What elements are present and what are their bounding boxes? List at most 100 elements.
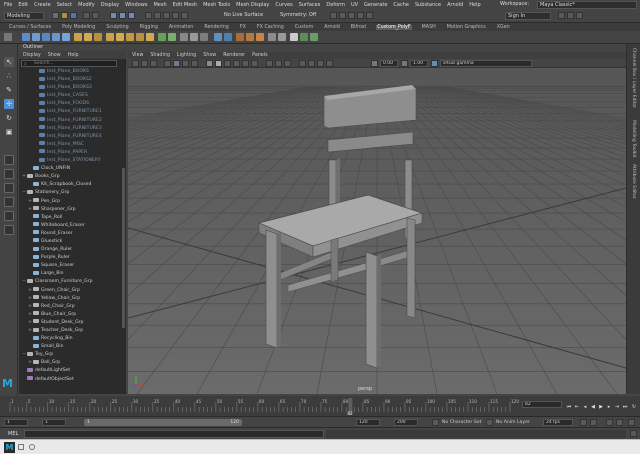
outliner-row[interactable]: Round_Eraser [19, 230, 121, 238]
sound-icon[interactable] [606, 419, 613, 426]
menu-file[interactable]: File [4, 2, 12, 8]
expand-toggle-icon[interactable]: + [28, 206, 32, 214]
multi-cut-icon[interactable] [136, 33, 144, 41]
separate-icon[interactable] [84, 33, 92, 41]
animation-end-field[interactable]: 200 [394, 419, 418, 426]
outliner-row[interactable]: defaultLightSet [19, 367, 121, 375]
menu-modify[interactable]: Modify [78, 2, 95, 8]
shelf-tab-xgen[interactable]: XGen [496, 25, 511, 30]
outliner-row[interactable]: Inst_Plane_MISC [19, 141, 121, 149]
expand-toggle-icon[interactable]: + [28, 295, 32, 303]
outliner-search-input[interactable]: Search... [21, 60, 117, 67]
viewport-3d[interactable]: persp [128, 68, 626, 394]
film-gate-icon[interactable] [182, 60, 189, 67]
expand-toggle-icon[interactable]: − [22, 278, 26, 286]
menu-cache[interactable]: Cache [393, 2, 409, 8]
menuset-dropdown[interactable]: Modeling [4, 12, 44, 20]
scale-tool-icon[interactable]: ▣ [4, 127, 14, 137]
outliner-row[interactable]: − Classroom_Furniture_Grp [19, 278, 121, 286]
menu-uv[interactable]: UV [351, 2, 358, 8]
menu-arnold[interactable]: Arnold [447, 2, 463, 8]
poly-torus-icon[interactable] [62, 33, 70, 41]
outliner-row[interactable]: + Books_Grp [19, 173, 121, 181]
combine-icon[interactable] [74, 33, 82, 41]
outliner-scroll-thumb[interactable] [122, 168, 125, 328]
anti-aliasing-icon[interactable] [317, 60, 324, 67]
menu-curves[interactable]: Curves [275, 2, 292, 8]
menu-create[interactable]: Create [34, 2, 51, 8]
outliner-row[interactable]: + Sharpener_Grp [19, 206, 121, 214]
menu-surfaces[interactable]: Surfaces [299, 2, 321, 8]
shelf-tab-bifrost[interactable]: Bifrost [350, 25, 368, 30]
select-object-icon[interactable] [119, 12, 126, 19]
shelf-tab-rigging[interactable]: Rigging [139, 25, 159, 30]
preferences-icon[interactable] [628, 419, 635, 426]
persp-outliner-icon[interactable] [4, 183, 14, 193]
outliner-row[interactable]: − Toy_Grp [19, 351, 121, 359]
outliner-row[interactable]: Inst_Plane_BOOKS2 [19, 76, 121, 84]
outliner-row[interactable]: + Student_Desk_Grp [19, 319, 121, 327]
lights-icon[interactable] [242, 60, 249, 67]
time-slider[interactable]: 1 5 10 15 20 25 30 35 40 45 50 55 60 65 70 75 80 85 90 95 10… [0, 396, 640, 416]
menu-edit-mesh[interactable]: Edit Mesh [173, 2, 197, 8]
sign-in-button[interactable]: Sign In [505, 12, 551, 20]
camera-select-icon[interactable] [132, 60, 139, 67]
current-frame-field[interactable]: 82 [522, 401, 562, 408]
mirror-icon[interactable] [214, 33, 222, 41]
render-settings-icon[interactable] [348, 12, 355, 19]
maya-taskbar-icon[interactable]: M [4, 442, 15, 453]
ambient-occlusion-icon[interactable] [299, 60, 306, 67]
outliner-row[interactable]: Clock_UNFIN [19, 165, 121, 173]
outliner-row[interactable]: defaultObjectSet [19, 376, 121, 384]
extract-icon[interactable] [94, 33, 102, 41]
parent-icon[interactable] [278, 33, 286, 41]
outliner-row[interactable]: Inst_Plane_BOOKS3 [19, 84, 121, 92]
shelf-tab-custom[interactable]: Custom [294, 25, 314, 30]
shelf-tab-fx[interactable]: FX [239, 25, 247, 30]
menu-generate[interactable]: Generate [364, 2, 387, 8]
outliner-row[interactable]: Inst_Plane_FURNITURE1 [19, 108, 121, 116]
viewport-menu-view[interactable]: View [132, 53, 143, 58]
single-view-icon[interactable] [4, 155, 14, 165]
outliner-row[interactable]: + Teacher_Desk_Grp [19, 327, 121, 335]
step-forward-frame-icon[interactable]: ▸ [606, 404, 612, 410]
exposure-field[interactable]: 0.00 [380, 60, 398, 67]
tab-modelling-toolkit[interactable]: Modelling Toolkit [631, 120, 636, 158]
select-tool-icon[interactable]: ↖ [4, 57, 14, 67]
outliner-row[interactable]: Whiteboard_Eraser [19, 222, 121, 230]
viewport-menu-shading[interactable]: Shading [150, 53, 170, 58]
toggle-panel-icon-3[interactable] [576, 12, 583, 19]
outliner-row[interactable]: Large_Bin [19, 270, 121, 278]
character-set-dropdown[interactable]: No Character Set [442, 420, 481, 425]
command-input[interactable] [24, 430, 324, 438]
save-scene-icon[interactable] [70, 12, 77, 19]
outliner-menu-display[interactable]: Display [23, 53, 41, 58]
menu-mesh-tools[interactable]: Mesh Tools [203, 2, 230, 8]
range-slider[interactable]: 1 120 [84, 419, 242, 426]
window-restore-icon[interactable] [18, 444, 24, 450]
lasso-tool-icon[interactable]: ∴ [4, 71, 14, 81]
outliner-row[interactable]: Inst_Plane_FURNITURE3 [19, 125, 121, 133]
textured-icon[interactable] [233, 60, 240, 67]
anim-layer-dropdown[interactable]: No Anim Layer [496, 420, 530, 425]
resolution-gate-icon[interactable] [191, 60, 198, 67]
render-view-icon[interactable] [366, 12, 373, 19]
shelf-tab-animation[interactable]: Animation [168, 25, 194, 30]
poly-plane-icon[interactable] [52, 33, 60, 41]
play-forward-icon[interactable]: ▶ [598, 404, 604, 410]
playback-end-field[interactable]: 120 [356, 419, 380, 426]
outliner-row[interactable]: + Green_Chair_Grp [19, 287, 121, 295]
outliner-row[interactable]: Gluestick [19, 238, 121, 246]
redo-icon[interactable] [92, 12, 99, 19]
make-live-icon[interactable] [181, 12, 188, 19]
shelf-tab-rendering[interactable]: Rendering [203, 25, 230, 30]
viewport-menu-show[interactable]: Show [203, 53, 216, 58]
undo-icon[interactable] [83, 12, 90, 19]
outliner-menu-show[interactable]: Show [48, 53, 61, 58]
viewport-menu-renderer[interactable]: Renderer [223, 53, 245, 58]
wireframe-on-shaded-icon[interactable] [224, 60, 231, 67]
paint-select-tool-icon[interactable]: ✎ [4, 85, 14, 95]
outliner-row[interactable]: Inst_Plane_CASES [19, 92, 121, 100]
workspace-dropdown[interactable]: Maya Classic* [537, 1, 637, 9]
isolate-select-icon[interactable] [266, 60, 273, 67]
